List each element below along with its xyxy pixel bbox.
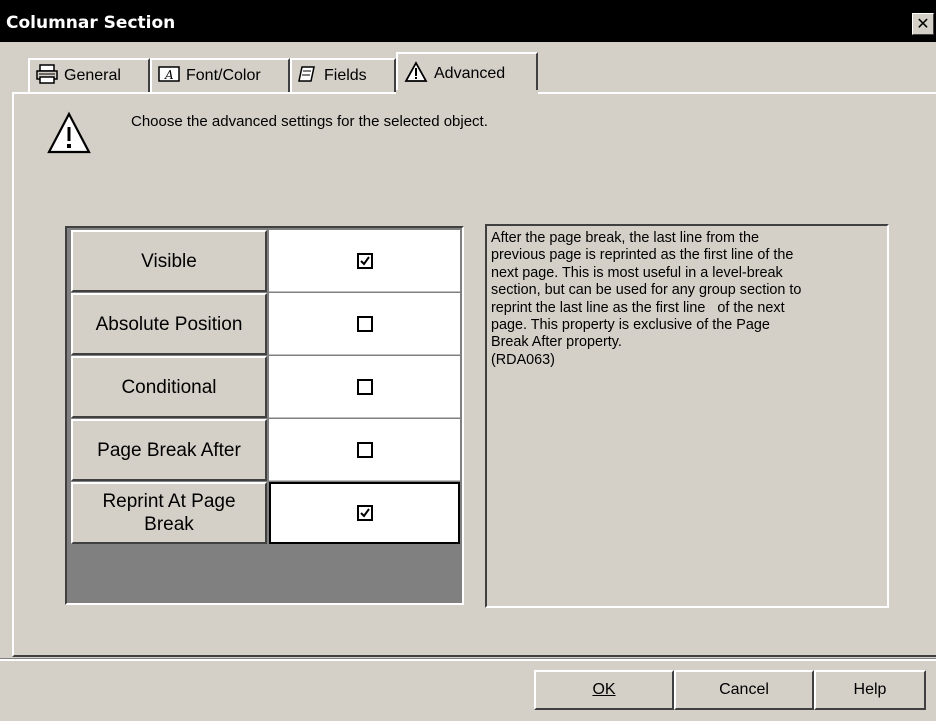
absolute-position-checkbox[interactable] [356, 315, 373, 332]
cancel-button[interactable]: Cancel [674, 670, 814, 710]
conditional-checkbox[interactable] [356, 378, 373, 395]
property-label: Page Break After [71, 419, 267, 481]
tab-font-color[interactable]: A Font/Color [150, 58, 290, 92]
svg-text:A: A [164, 68, 174, 82]
property-label: Conditional [71, 356, 267, 418]
reprint-at-page-break-checkbox[interactable] [356, 505, 373, 521]
property-value-cell[interactable] [269, 356, 460, 418]
property-row-conditional: Conditional [71, 356, 460, 418]
property-value-cell[interactable] [269, 482, 460, 544]
property-label: Reprint At Page Break [71, 482, 267, 544]
page-break-after-checkbox[interactable] [356, 441, 373, 458]
property-value-cell[interactable] [269, 419, 460, 481]
dialog-window: Columnar Section ✕ General A Font/Color … [0, 0, 936, 721]
title-bar[interactable]: Columnar Section ✕ [0, 0, 936, 42]
help-button[interactable]: Help [814, 670, 926, 710]
instruction-text: Choose the advanced settings for the sel… [131, 113, 488, 130]
active-tab-join [396, 90, 538, 96]
font-icon: A [158, 65, 180, 88]
window-title: Columnar Section [6, 13, 176, 33]
property-row-visible: Visible [71, 230, 460, 292]
tab-font-color-label: Font/Color [186, 67, 261, 84]
cancel-button-label: Cancel [719, 681, 769, 698]
fields-icon [298, 65, 318, 88]
property-row-absolute-position: Absolute Position [71, 293, 460, 355]
property-description: After the page break, the last line from… [485, 224, 889, 608]
tab-advanced[interactable]: Advanced [396, 52, 538, 94]
close-icon: ✕ [916, 14, 930, 33]
button-area-divider [0, 658, 936, 661]
property-row-reprint-at-page-break: Reprint At Page Break [71, 482, 460, 544]
help-button-label: Help [853, 681, 887, 698]
property-row-page-break-after: Page Break After [71, 419, 460, 481]
printer-icon [36, 63, 58, 89]
property-label: Visible [71, 230, 267, 292]
property-value-cell[interactable] [269, 230, 460, 292]
ok-button[interactable]: OK [534, 670, 674, 710]
tab-advanced-label: Advanced [434, 65, 506, 82]
tab-general[interactable]: General [28, 58, 150, 92]
close-button[interactable]: ✕ [912, 13, 934, 35]
property-label: Absolute Position [71, 293, 267, 355]
property-value-cell[interactable] [269, 293, 460, 355]
visible-checkbox[interactable] [356, 252, 373, 269]
property-grid: Visible Absolute Position Conditional Pa… [65, 226, 464, 605]
tab-fields[interactable]: Fields [290, 58, 396, 92]
warning-icon [46, 110, 92, 156]
tab-general-label: General [64, 67, 121, 84]
warning-icon [404, 60, 428, 88]
ok-button-label: OK [592, 681, 616, 698]
tab-fields-label: Fields [324, 67, 367, 84]
